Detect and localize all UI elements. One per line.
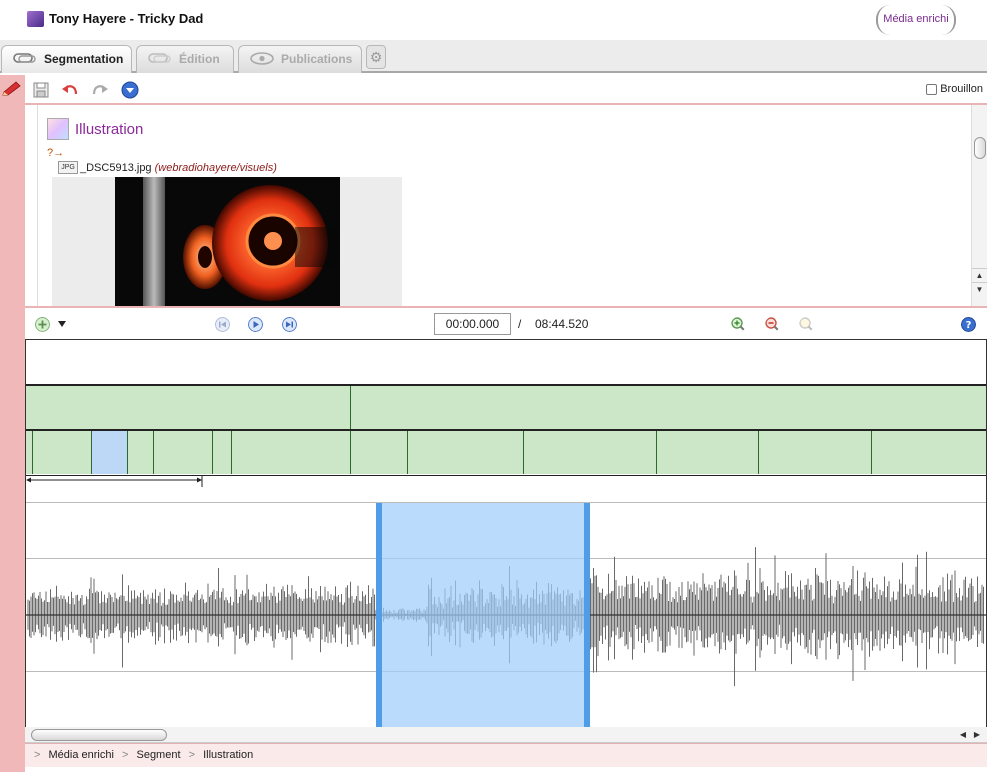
paperclip-icon: [13, 53, 36, 63]
draft-toggle[interactable]: Brouillon: [926, 83, 983, 95]
breadcrumb: > Média enrichi > Segment > Illustration: [25, 743, 987, 767]
window-title: Tony Hayere - Tricky Dad: [49, 11, 204, 26]
selection-region[interactable]: [377, 503, 589, 729]
chevron-down-icon[interactable]: [121, 81, 139, 99]
track-empty: [26, 340, 986, 384]
scroll-thumb[interactable]: [974, 137, 986, 159]
illustration-block: Illustration ?→ JPG _DSC5913.jpg (webrad…: [37, 105, 969, 306]
zoom-out-icon[interactable]: [765, 317, 780, 332]
pencil-icon[interactable]: [2, 80, 22, 96]
undo-icon[interactable]: [61, 81, 79, 99]
current-time-input[interactable]: 00:00.000: [434, 313, 511, 335]
illustration-title: Illustration: [75, 121, 144, 138]
segment-track-bottom[interactable]: [26, 429, 986, 474]
breadcrumb-separator: >: [188, 749, 196, 761]
gear-icon[interactable]: ⚙: [366, 45, 386, 69]
selection-handle-start[interactable]: [376, 503, 382, 729]
time-separator: /: [518, 317, 522, 331]
illustration-image[interactable]: [115, 177, 340, 306]
segment-track-top[interactable]: [26, 384, 986, 429]
tab-edition[interactable]: Édition: [136, 45, 234, 73]
breadcrumb-item-illustration[interactable]: Illustration: [203, 749, 253, 761]
timeline[interactable]: [25, 339, 987, 729]
timeline-scrollbar[interactable]: ◀ ▶: [25, 727, 987, 743]
scroll-down-arrow[interactable]: ▼: [972, 282, 987, 295]
help-icon[interactable]: ?: [961, 317, 976, 332]
segment[interactable]: [212, 431, 231, 474]
time-ruler[interactable]: [26, 475, 986, 502]
draft-label: Brouillon: [940, 83, 983, 95]
segment[interactable]: [350, 386, 986, 429]
segment[interactable]: [350, 431, 407, 474]
app-window: Tony Hayere - Tricky Dad Média enrichi S…: [0, 0, 987, 772]
segment-selected[interactable]: [91, 431, 127, 474]
link-marker[interactable]: ?→: [47, 147, 64, 159]
left-rail: [0, 75, 25, 772]
tab-publications[interactable]: Publications: [238, 45, 362, 73]
eye-icon: [250, 52, 274, 65]
tab-label: Publications: [281, 52, 353, 66]
segment[interactable]: [871, 431, 986, 474]
segment[interactable]: [153, 431, 212, 474]
segment[interactable]: [656, 431, 758, 474]
total-duration: 08:44.520: [535, 317, 589, 331]
content-scrollbar[interactable]: ▲ ▼: [971, 105, 987, 306]
waveform-area[interactable]: [26, 502, 986, 729]
play-icon[interactable]: [248, 317, 263, 332]
chevron-down-icon[interactable]: [58, 321, 66, 327]
svg-text:?: ?: [966, 320, 972, 331]
file-path: (webradiohayere/visuels): [154, 162, 277, 174]
title-bar: Tony Hayere - Tricky Dad Média enrichi: [0, 0, 987, 40]
add-segment-icon[interactable]: [35, 317, 50, 332]
segment[interactable]: [127, 431, 153, 474]
scroll-up-arrow[interactable]: ▲: [972, 268, 987, 281]
media-enrichi-badge[interactable]: Média enrichi: [876, 5, 956, 35]
tab-segmentation[interactable]: Segmentation: [1, 45, 132, 73]
jpg-file-icon: JPG: [58, 161, 78, 174]
file-link[interactable]: _DSC5913.jpg (webradiohayere/visuels): [80, 162, 277, 174]
tab-label: Édition: [179, 52, 220, 66]
scroll-left-arrow[interactable]: ◀: [956, 728, 970, 742]
content-panel: Illustration ?→ JPG _DSC5913.jpg (webrad…: [25, 105, 987, 308]
tab-label: Segmentation: [44, 52, 124, 66]
skip-back-icon[interactable]: [215, 317, 230, 332]
zoom-reset-icon[interactable]: [799, 317, 814, 332]
toolbar: Brouillon: [25, 75, 987, 105]
breadcrumb-item-segment[interactable]: Segment: [136, 749, 180, 761]
selection-handle-end[interactable]: [584, 503, 590, 729]
segment[interactable]: [231, 431, 350, 474]
save-icon[interactable]: [32, 81, 50, 99]
skip-forward-icon[interactable]: [282, 317, 297, 332]
player-bar: 00:00.000 / 08:44.520 ?: [25, 310, 987, 339]
zoom-in-icon[interactable]: [731, 317, 746, 332]
image-frame: [52, 177, 402, 306]
file-name: _DSC5913.jpg: [80, 162, 152, 174]
paperclip-icon: [148, 53, 171, 63]
segment[interactable]: [407, 431, 523, 474]
breadcrumb-separator: >: [121, 749, 129, 761]
tab-bar: Segmentation Édition Publications ⚙: [0, 40, 987, 73]
draft-checkbox[interactable]: [926, 83, 938, 95]
scroll-right-arrow[interactable]: ▶: [970, 728, 984, 742]
illustration-icon: [47, 118, 69, 140]
segment[interactable]: [523, 431, 656, 474]
redo-icon[interactable]: [91, 81, 109, 99]
speaker-photo: [115, 177, 340, 306]
app-icon: [27, 11, 44, 27]
breadcrumb-separator: >: [34, 749, 41, 761]
breadcrumb-item-media[interactable]: Média enrichi: [49, 749, 114, 761]
scroll-thumb[interactable]: [31, 729, 167, 741]
segment[interactable]: [32, 431, 91, 474]
segment[interactable]: [758, 431, 871, 474]
range-arrow: [26, 476, 203, 487]
